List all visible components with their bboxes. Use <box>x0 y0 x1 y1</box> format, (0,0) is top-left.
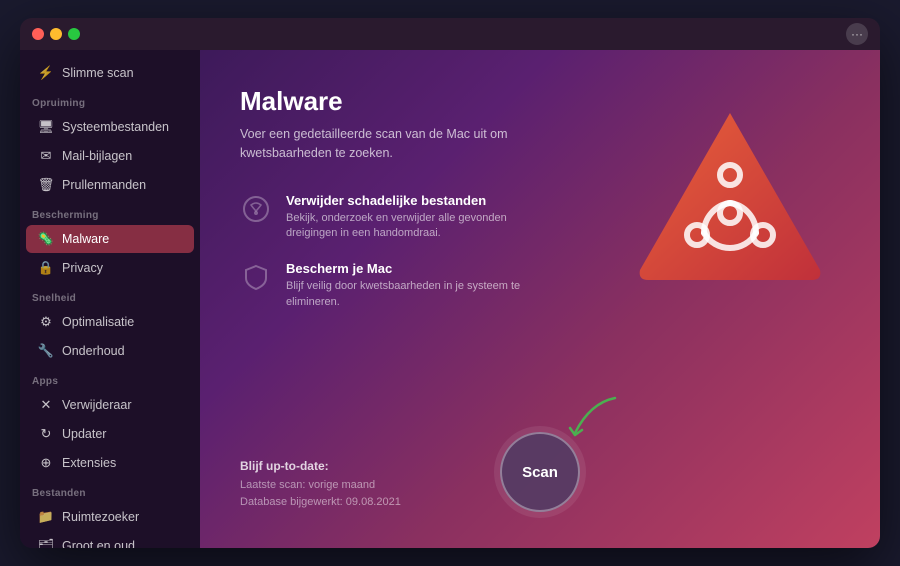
feature-remove-text: Verwijder schadelijke bestanden Bekijk, … <box>286 193 546 242</box>
mail-bijlagen-icon: ✉ <box>38 148 54 164</box>
sidebar-item-malware[interactable]: 🦠 Malware <box>26 225 194 253</box>
biohazard-graphic <box>620 90 840 310</box>
titlebar: ··· <box>20 18 880 50</box>
sidebar-item-label: Verwijderaar <box>62 398 131 412</box>
section-label-bescherming: Bescherming <box>20 200 200 224</box>
sidebar-item-label: Updater <box>62 427 106 441</box>
sidebar-item-label: Optimalisatie <box>62 315 134 329</box>
ruimtezoeker-icon: 📁 <box>38 509 54 525</box>
sidebar-item-label: Extensies <box>62 456 116 470</box>
feature-remove-icon <box>240 193 272 225</box>
sidebar-item-label: Onderhoud <box>62 344 125 358</box>
sidebar-item-groot-en-oud[interactable]: 🗂 Groot en oud <box>26 532 194 548</box>
biohazard-svg <box>630 105 830 295</box>
maximize-button[interactable] <box>68 28 80 40</box>
sidebar-item-extensies[interactable]: ⊕ Extensies <box>26 449 194 477</box>
sidebar-item-label: Prullenmanden <box>62 178 146 192</box>
systeembestanden-icon: 🖥 <box>38 119 54 135</box>
onderhoud-icon: 🔧 <box>38 343 54 359</box>
malware-icon: 🦠 <box>38 231 54 247</box>
sidebar-item-label: Mail-bijlagen <box>62 149 132 163</box>
sidebar-item-label: Ruimtezoeker <box>62 510 139 524</box>
feature-protect-desc: Blijf veilig door kwetsbaarheden in je s… <box>286 279 546 310</box>
close-button[interactable] <box>32 28 44 40</box>
section-label-snelheid: Snelheid <box>20 283 200 307</box>
feature-protect-title: Bescherm je Mac <box>286 261 546 276</box>
traffic-lights <box>32 28 80 40</box>
feature-protect-icon <box>240 261 272 293</box>
scan-button[interactable]: Scan <box>500 432 580 512</box>
extensies-icon: ⊕ <box>38 455 54 471</box>
scan-button-container: Scan <box>500 432 580 512</box>
sidebar-item-mail-bijlagen[interactable]: ✉ Mail-bijlagen <box>26 142 194 170</box>
app-body: ⚡ Slimme scan Opruiming 🖥 Systeembestand… <box>20 50 880 548</box>
more-options-button[interactable]: ··· <box>846 23 868 45</box>
sidebar-item-updater[interactable]: ↻ Updater <box>26 420 194 448</box>
sidebar-item-privacy[interactable]: 🔒 Privacy <box>26 254 194 282</box>
sidebar-item-prullenmanden[interactable]: 🗑 Prullenmanden <box>26 171 194 199</box>
minimize-button[interactable] <box>50 28 62 40</box>
sidebar-item-label: Groot en oud <box>62 539 135 548</box>
main-content: Malware Voer een gedetailleerde scan van… <box>200 50 880 548</box>
feature-protect-text: Bescherm je Mac Blijf veilig door kwetsb… <box>286 261 546 310</box>
privacy-icon: 🔒 <box>38 260 54 276</box>
feature-remove-title: Verwijder schadelijke bestanden <box>286 193 546 208</box>
sidebar-item-label: Slimme scan <box>62 66 134 80</box>
slimme-scan-icon: ⚡ <box>38 65 54 81</box>
section-label-opruiming: Opruiming <box>20 88 200 112</box>
section-label-apps: Apps <box>20 366 200 390</box>
sidebar-item-systeembestanden[interactable]: 🖥 Systeembestanden <box>26 113 194 141</box>
app-window: ··· ⚡ Slimme scan Opruiming 🖥 Systeembes… <box>20 18 880 548</box>
sidebar-item-slimme-scan[interactable]: ⚡ Slimme scan <box>26 59 194 87</box>
optimalisatie-icon: ⚙ <box>38 314 54 330</box>
sidebar-item-verwijderaar[interactable]: ✕ Verwijderaar <box>26 391 194 419</box>
sidebar-item-label: Privacy <box>62 261 103 275</box>
updater-icon: ↻ <box>38 426 54 442</box>
prullenmanden-icon: 🗑 <box>38 177 54 193</box>
sidebar: ⚡ Slimme scan Opruiming 🖥 Systeembestand… <box>20 50 200 548</box>
sidebar-item-optimalisatie[interactable]: ⚙ Optimalisatie <box>26 308 194 336</box>
sidebar-item-onderhoud[interactable]: 🔧 Onderhoud <box>26 337 194 365</box>
page-subtitle: Voer een gedetailleerde scan van de Mac … <box>240 125 520 163</box>
verwijderaar-icon: ✕ <box>38 397 54 413</box>
feature-remove-desc: Bekijk, onderzoek en verwijder alle gevo… <box>286 211 546 242</box>
sidebar-item-label: Malware <box>62 232 109 246</box>
sidebar-item-label: Systeembestanden <box>62 120 169 134</box>
sidebar-item-ruimtezoeker[interactable]: 📁 Ruimtezoeker <box>26 503 194 531</box>
section-label-bestanden: Bestanden <box>20 478 200 502</box>
groot-en-oud-icon: 🗂 <box>38 538 54 548</box>
